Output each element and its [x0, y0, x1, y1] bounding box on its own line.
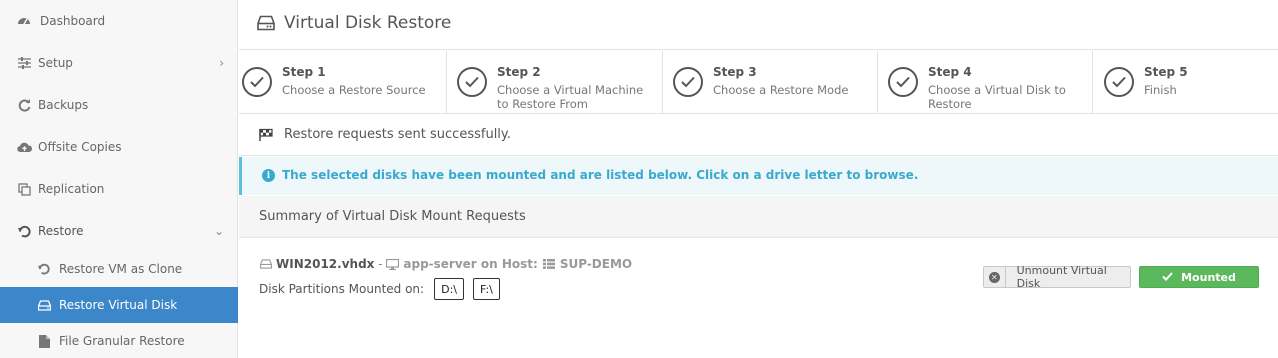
desktop-icon [386, 258, 400, 270]
close-circle-icon: ✕ [989, 271, 1000, 283]
step-description: Choose a Restore Source [282, 83, 426, 97]
hdd-icon [259, 258, 272, 270]
main-content: Virtual Disk Restore Step 1 Choose a Res… [239, 0, 1278, 358]
wizard-step-5[interactable]: Step 5 Finish [1101, 51, 1278, 114]
refresh-icon [16, 97, 32, 113]
success-message: Restore requests sent successfully. [284, 127, 511, 142]
hdd-icon [37, 298, 51, 312]
separator: - [374, 257, 387, 271]
unmount-button-label: Unmount Virtual Disk [1016, 264, 1107, 290]
sidebar-item-label: Setup [38, 56, 73, 70]
step-number: Step 5 [1144, 65, 1188, 79]
step-number: Step 1 [282, 65, 326, 79]
step-number: Step 2 [497, 65, 541, 79]
sidebar-subitem-restore-virtual-disk[interactable]: Restore Virtual Disk [0, 287, 238, 323]
cloud-upload-icon [16, 139, 32, 155]
check-icon [1162, 271, 1173, 284]
wizard-step-1[interactable]: Step 1 Choose a Restore Source [239, 51, 447, 114]
sidebar-item-label: Restore Virtual Disk [59, 298, 178, 312]
flag-checkered-icon [259, 128, 273, 142]
sidebar-item-setup[interactable]: Setup › [0, 45, 238, 81]
sidebar-subitem-restore-vm-as-clone[interactable]: Restore VM as Clone [0, 251, 238, 287]
check-circle-icon [888, 67, 918, 97]
page-header: Virtual Disk Restore [239, 0, 1278, 50]
sidebar-item-label: Replication [38, 182, 105, 196]
check-circle-icon [457, 67, 487, 97]
step-description: Choose a Restore Mode [713, 83, 849, 97]
mounted-status-label: Mounted [1181, 270, 1236, 284]
summary-panel-heading: Summary of Virtual Disk Mount Requests [239, 196, 1278, 238]
step-description: Choose a Virtual Machine to Restore From [497, 83, 644, 111]
sidebar-subitem-file-granular-restore[interactable]: File Granular Restore [0, 323, 238, 358]
partitions-label: Disk Partitions Mounted on: [259, 282, 425, 296]
chevron-right-icon: › [219, 56, 224, 70]
sidebar-item-restore[interactable]: Restore ⌄ [0, 213, 238, 249]
sidebar-item-label: Restore VM as Clone [59, 262, 183, 276]
wizard-step-2[interactable]: Step 2 Choose a Virtual Machine to Resto… [454, 51, 663, 114]
host-name: SUP-DEMO [559, 257, 633, 271]
divider [1004, 267, 1006, 287]
chevron-down-icon: ⌄ [213, 224, 224, 238]
step-description: Finish [1144, 83, 1177, 97]
step-description: Choose a Virtual Disk to Restore [928, 83, 1066, 111]
disk-mount-row: WIN2012.vhdx - app-server on Host: SUP-D… [239, 239, 1278, 358]
step-number: Step 4 [928, 65, 972, 79]
check-circle-icon [673, 67, 703, 97]
page-title: Virtual Disk Restore [284, 13, 452, 33]
drive-letter-button[interactable]: F:\ [472, 278, 500, 300]
undo-icon [37, 262, 51, 276]
clone-icon [16, 181, 32, 197]
unmount-virtual-disk-button[interactable]: ✕ Unmount Virtual Disk [983, 264, 1131, 290]
wizard-step-4[interactable]: Step 4 Choose a Virtual Disk to Restore [885, 51, 1093, 114]
sidebar-item-label: File Granular Restore [59, 334, 185, 348]
sidebar-item-label: Dashboard [40, 14, 106, 28]
sidebar-item-label: Backups [38, 98, 89, 112]
sidebar-item-replication[interactable]: Replication [0, 171, 238, 207]
info-message: The selected disks have been mounted and… [282, 168, 919, 182]
step-number: Step 3 [713, 65, 757, 79]
summary-title: Summary of Virtual Disk Mount Requests [259, 209, 526, 224]
wizard-step-3[interactable]: Step 3 Choose a Restore Mode [670, 51, 878, 114]
sidebar: Dashboard Setup › Backups Offsite Copies… [0, 0, 238, 358]
check-circle-icon [1104, 67, 1134, 97]
dashboard-icon [16, 13, 32, 29]
sliders-icon [16, 55, 32, 71]
disk-filename: WIN2012.vhdx [276, 257, 375, 271]
disk-info: WIN2012.vhdx - app-server on Host: SUP-D… [259, 257, 632, 271]
check-circle-icon [242, 67, 272, 97]
info-circle-icon: i [262, 169, 275, 182]
sidebar-item-dashboard[interactable]: Dashboard [0, 3, 238, 39]
disk-partitions: Disk Partitions Mounted on: D:\ F:\ [259, 278, 500, 300]
info-alert: i The selected disks have been mounted a… [239, 157, 1278, 195]
sidebar-item-offsite-copies[interactable]: Offsite Copies [0, 129, 238, 165]
drive-letter-button[interactable]: D:\ [434, 278, 464, 300]
mounted-status-button[interactable]: Mounted [1139, 266, 1259, 288]
file-icon [37, 334, 51, 348]
success-alert: Restore requests sent successfully. [239, 115, 1278, 156]
hdd-icon [257, 15, 275, 33]
sidebar-item-label: Offsite Copies [38, 140, 122, 154]
vm-name: app-server on Host: [403, 257, 538, 271]
sidebar-item-backups[interactable]: Backups [0, 87, 238, 123]
server-list-icon [543, 258, 556, 270]
wizard-steps: Step 1 Choose a Restore Source Step 2 Ch… [239, 51, 1278, 114]
undo-icon [16, 223, 32, 239]
sidebar-item-label: Restore [38, 224, 84, 238]
